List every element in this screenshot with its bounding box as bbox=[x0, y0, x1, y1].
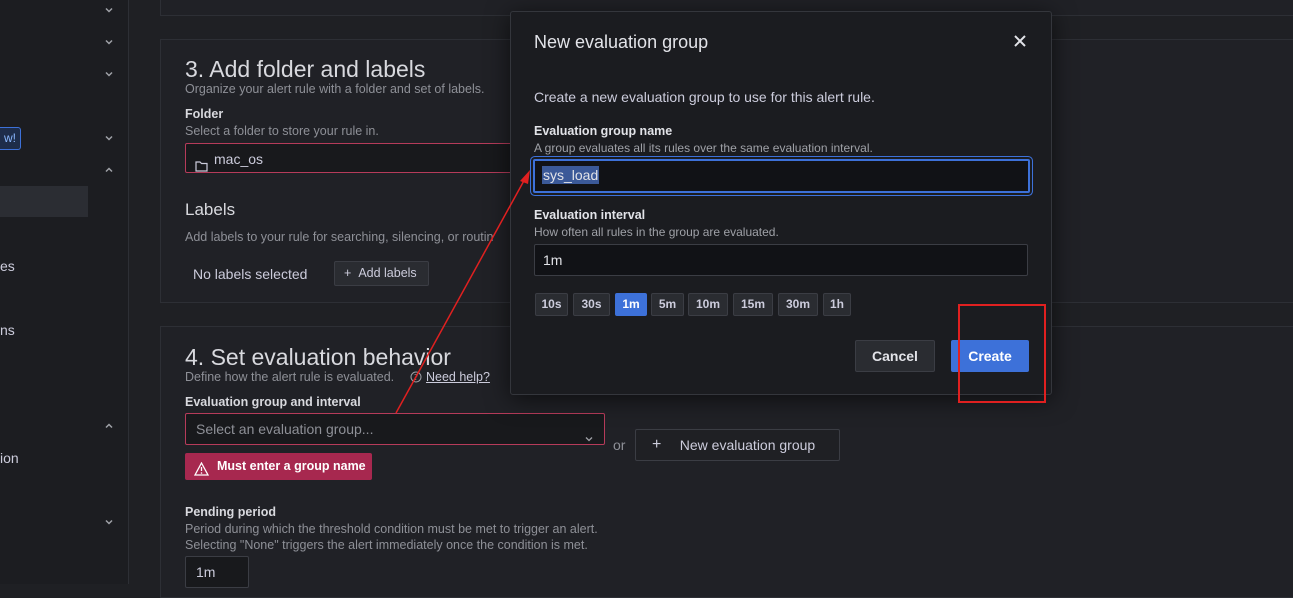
sidebar-item-label[interactable]: ion bbox=[0, 450, 19, 466]
group-name-help: A group evaluates all its rules over the… bbox=[534, 141, 873, 155]
interval-input[interactable]: 1m bbox=[534, 244, 1028, 276]
interval-value: 1m bbox=[543, 252, 563, 268]
need-help-link[interactable]: Need help? bbox=[426, 370, 490, 384]
labels-help: Add labels to your rule for searching, s… bbox=[185, 230, 494, 244]
error-message: Must enter a group name bbox=[185, 453, 372, 480]
help-circle-icon: ? bbox=[410, 371, 422, 386]
section-title: 3. Add folder and labels bbox=[185, 56, 426, 82]
add-labels-button[interactable]: + Add labels bbox=[334, 261, 429, 286]
folder-select[interactable]: mac_os bbox=[185, 143, 515, 173]
annotation-highlight-box bbox=[958, 304, 1046, 403]
section-subtitle: Define how the alert rule is evaluated. bbox=[185, 370, 395, 384]
sidebar-item-active[interactable] bbox=[0, 186, 88, 217]
group-name-value: sys_load bbox=[542, 166, 600, 184]
interval-chip-15m[interactable]: 15m bbox=[733, 293, 773, 316]
labels-title: Labels bbox=[185, 200, 236, 219]
chevron-down-icon[interactable] bbox=[103, 516, 115, 528]
error-text: Must enter a group name bbox=[217, 459, 366, 473]
interval-chip-10s[interactable]: 10s bbox=[535, 293, 568, 316]
folder-label: Folder bbox=[185, 107, 224, 121]
interval-help: How often all rules in the group are eva… bbox=[534, 225, 779, 239]
pending-help: Selecting "None" triggers the alert imme… bbox=[185, 538, 588, 552]
pending-help: Period during which the threshold condit… bbox=[185, 522, 598, 536]
interval-chip-30s[interactable]: 30s bbox=[573, 293, 610, 316]
add-labels-label: Add labels bbox=[358, 266, 417, 280]
chevron-down-icon[interactable] bbox=[103, 68, 115, 80]
section-title: 4. Set evaluation behavior bbox=[185, 344, 451, 370]
svg-text:?: ? bbox=[414, 373, 418, 382]
chevron-up-icon[interactable] bbox=[103, 420, 115, 432]
pending-label: Pending period bbox=[185, 505, 276, 519]
sidebar: w! es ns ion bbox=[0, 0, 129, 584]
group-name-input[interactable]: sys_load bbox=[533, 159, 1030, 193]
or-text: or bbox=[613, 437, 626, 453]
chevron-up-icon[interactable] bbox=[103, 164, 115, 176]
warning-icon bbox=[193, 459, 210, 486]
group-label: Evaluation group and interval bbox=[185, 395, 361, 409]
new-evaluation-group-label: New evaluation group bbox=[679, 437, 816, 453]
folder-value: mac_os bbox=[214, 151, 264, 167]
close-icon[interactable] bbox=[1011, 32, 1029, 50]
chevron-down-icon bbox=[584, 424, 594, 454]
modal-description: Create a new evaluation group to use for… bbox=[534, 89, 875, 105]
plus-icon: + bbox=[344, 266, 352, 280]
new-evaluation-group-button[interactable]: + New evaluation group bbox=[635, 429, 840, 461]
modal-title: New evaluation group bbox=[534, 32, 709, 52]
interval-chip-1h[interactable]: 1h bbox=[823, 293, 851, 316]
cancel-button[interactable]: Cancel bbox=[855, 340, 935, 372]
sidebar-item-label[interactable]: es bbox=[0, 258, 15, 274]
interval-chip-10m[interactable]: 10m bbox=[688, 293, 728, 316]
sidebar-item-label[interactable]: ns bbox=[0, 322, 15, 338]
interval-chip-5m[interactable]: 5m bbox=[651, 293, 684, 316]
group-name-label: Evaluation group name bbox=[534, 124, 673, 138]
pending-period-input[interactable]: 1m bbox=[185, 556, 249, 588]
section-subtitle: Organize your alert rule with a folder a… bbox=[185, 82, 485, 96]
interval-label: Evaluation interval bbox=[534, 208, 646, 222]
chevron-down-icon[interactable] bbox=[103, 4, 115, 16]
folder-help: Select a folder to store your rule in. bbox=[185, 124, 379, 138]
chevron-down-icon[interactable] bbox=[103, 36, 115, 48]
pending-period-value: 1m bbox=[196, 564, 216, 580]
group-select[interactable]: Select an evaluation group... bbox=[185, 413, 605, 445]
folder-icon bbox=[195, 152, 208, 182]
new-badge: w! bbox=[0, 127, 21, 150]
group-select-placeholder: Select an evaluation group... bbox=[196, 421, 374, 437]
interval-chip-30m[interactable]: 30m bbox=[778, 293, 818, 316]
plus-icon: + bbox=[652, 436, 662, 453]
interval-chip-1m[interactable]: 1m bbox=[615, 293, 647, 316]
no-labels-text: No labels selected bbox=[193, 266, 308, 282]
chevron-down-icon[interactable] bbox=[103, 132, 115, 144]
